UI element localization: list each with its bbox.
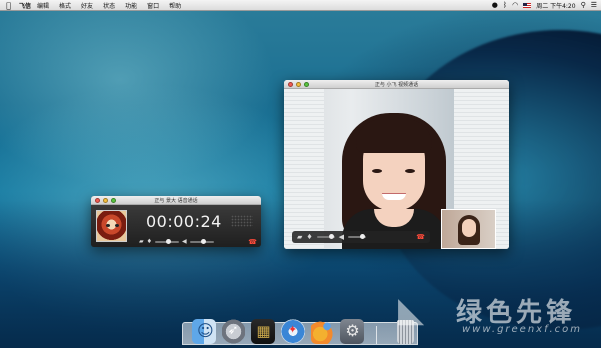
bluetooth-icon[interactable]: ᛒ — [503, 1, 507, 9]
watermark: ◣ 绿色先锋 www.greenxf.com — [398, 290, 598, 345]
avatar-eye — [106, 224, 110, 227]
avatar-eye — [115, 224, 119, 227]
spotlight-search-icon[interactable]: ⚲ — [581, 1, 586, 9]
app-menu[interactable]: 飞信 — [19, 1, 31, 10]
minimize-button[interactable] — [103, 197, 108, 203]
menu-bar:  飞信 编辑 格式 好友 状态 功能 窗口 帮助 ● ᛒ ◠ 周二 下午4:2… — [0, 0, 601, 11]
slider-knob[interactable] — [200, 239, 206, 244]
qq-status-icon[interactable]: ● — [492, 1, 498, 9]
microphone-icon[interactable]: ♦ — [147, 239, 152, 245]
slider-knob[interactable] — [360, 234, 366, 239]
remote-person-eye — [372, 169, 382, 173]
voice-call-titlebar[interactable]: 正与 景大 语音通话 — [91, 196, 261, 205]
menu-clock[interactable]: 周二 下午4:20 — [536, 1, 575, 10]
qq-icon[interactable] — [310, 319, 335, 344]
menu-status[interactable]: 状态 — [103, 1, 115, 10]
notification-list-icon[interactable]: ☰ — [591, 1, 597, 9]
menu-functions[interactable]: 功能 — [125, 1, 137, 10]
video-call-titlebar[interactable]: 正与 小飞 视频通话 — [284, 80, 509, 89]
zoom-button[interactable] — [111, 197, 116, 203]
remote-video-feed: ▰ ♦ ◀ ☎ — [284, 89, 509, 249]
close-button[interactable] — [95, 197, 100, 203]
input-source-flag-icon[interactable] — [523, 2, 532, 8]
voice-call-window: 正与 景大 语音通话 00:00:24 ▰ ♦ ◀ ☎ — [91, 196, 261, 247]
self-preview-video[interactable] — [441, 209, 496, 249]
speaker-icon[interactable]: ◀ — [339, 233, 344, 241]
chat-bubble-icon[interactable]: ▰ — [139, 239, 144, 245]
apple-menu-icon[interactable]:  — [4, 1, 13, 10]
voice-call-title: 正与 景大 语音通话 — [154, 197, 198, 204]
dock-separator — [376, 326, 377, 344]
remote-person-eye — [405, 169, 415, 173]
minimize-button[interactable] — [296, 81, 301, 87]
hang-up-icon[interactable]: ☎ — [248, 238, 257, 246]
close-button[interactable] — [288, 81, 293, 87]
mic-volume-slider[interactable] — [316, 234, 335, 239]
launchpad-icon[interactable] — [221, 319, 246, 344]
voice-call-controls: ▰ ♦ ◀ ☎ — [139, 238, 257, 246]
call-timer: 00:00:24 — [146, 212, 222, 231]
menu-edit[interactable]: 编辑 — [37, 1, 49, 10]
window-blind-graphic — [284, 89, 324, 249]
voice-call-body: 00:00:24 ▰ ♦ ◀ ☎ — [91, 205, 261, 247]
menu-friends[interactable]: 好友 — [81, 1, 93, 10]
dock-items — [188, 314, 415, 344]
video-call-controls: ▰ ♦ ◀ ☎ — [292, 231, 430, 243]
safari-icon[interactable] — [281, 319, 305, 344]
dashboard-icon[interactable] — [251, 319, 276, 344]
remote-person-bangs — [356, 119, 432, 153]
watermark-logo-icon: ◣ — [398, 290, 425, 330]
status-area: ● ᛒ ◠ 周二 下午4:20 ⚲ ☰ — [492, 1, 601, 10]
menu-format[interactable]: 格式 — [59, 1, 71, 10]
watermark-url: www.greenxf.com — [462, 324, 582, 335]
speaker-volume-slider[interactable] — [189, 239, 214, 244]
slider-knob[interactable] — [166, 239, 172, 244]
speaker-grille-graphic — [231, 215, 253, 227]
contact-avatar — [96, 210, 127, 242]
chat-bubble-icon[interactable]: ▰ — [297, 233, 302, 241]
wifi-icon[interactable]: ◠ — [512, 1, 518, 9]
microphone-icon[interactable]: ♦ — [306, 233, 312, 241]
self-preview-face — [462, 219, 476, 237]
video-call-window: 正与 小飞 视频通话 ▰ ♦ ◀ ☎ — [284, 80, 509, 249]
finder-icon[interactable] — [192, 319, 216, 344]
speaker-icon[interactable]: ◀ — [182, 239, 187, 245]
slider-knob[interactable] — [328, 234, 334, 239]
remote-person-smile — [382, 193, 406, 200]
hang-up-icon[interactable]: ☎ — [416, 233, 425, 241]
zoom-button[interactable] — [304, 81, 309, 87]
mic-volume-slider[interactable] — [155, 239, 180, 244]
menu-window[interactable]: 窗口 — [147, 1, 159, 10]
speaker-volume-slider[interactable] — [348, 234, 367, 239]
menu-help[interactable]: 帮助 — [169, 1, 181, 10]
video-call-title: 正与 小飞 视频通话 — [374, 81, 419, 88]
system-preferences-icon[interactable] — [340, 319, 365, 344]
